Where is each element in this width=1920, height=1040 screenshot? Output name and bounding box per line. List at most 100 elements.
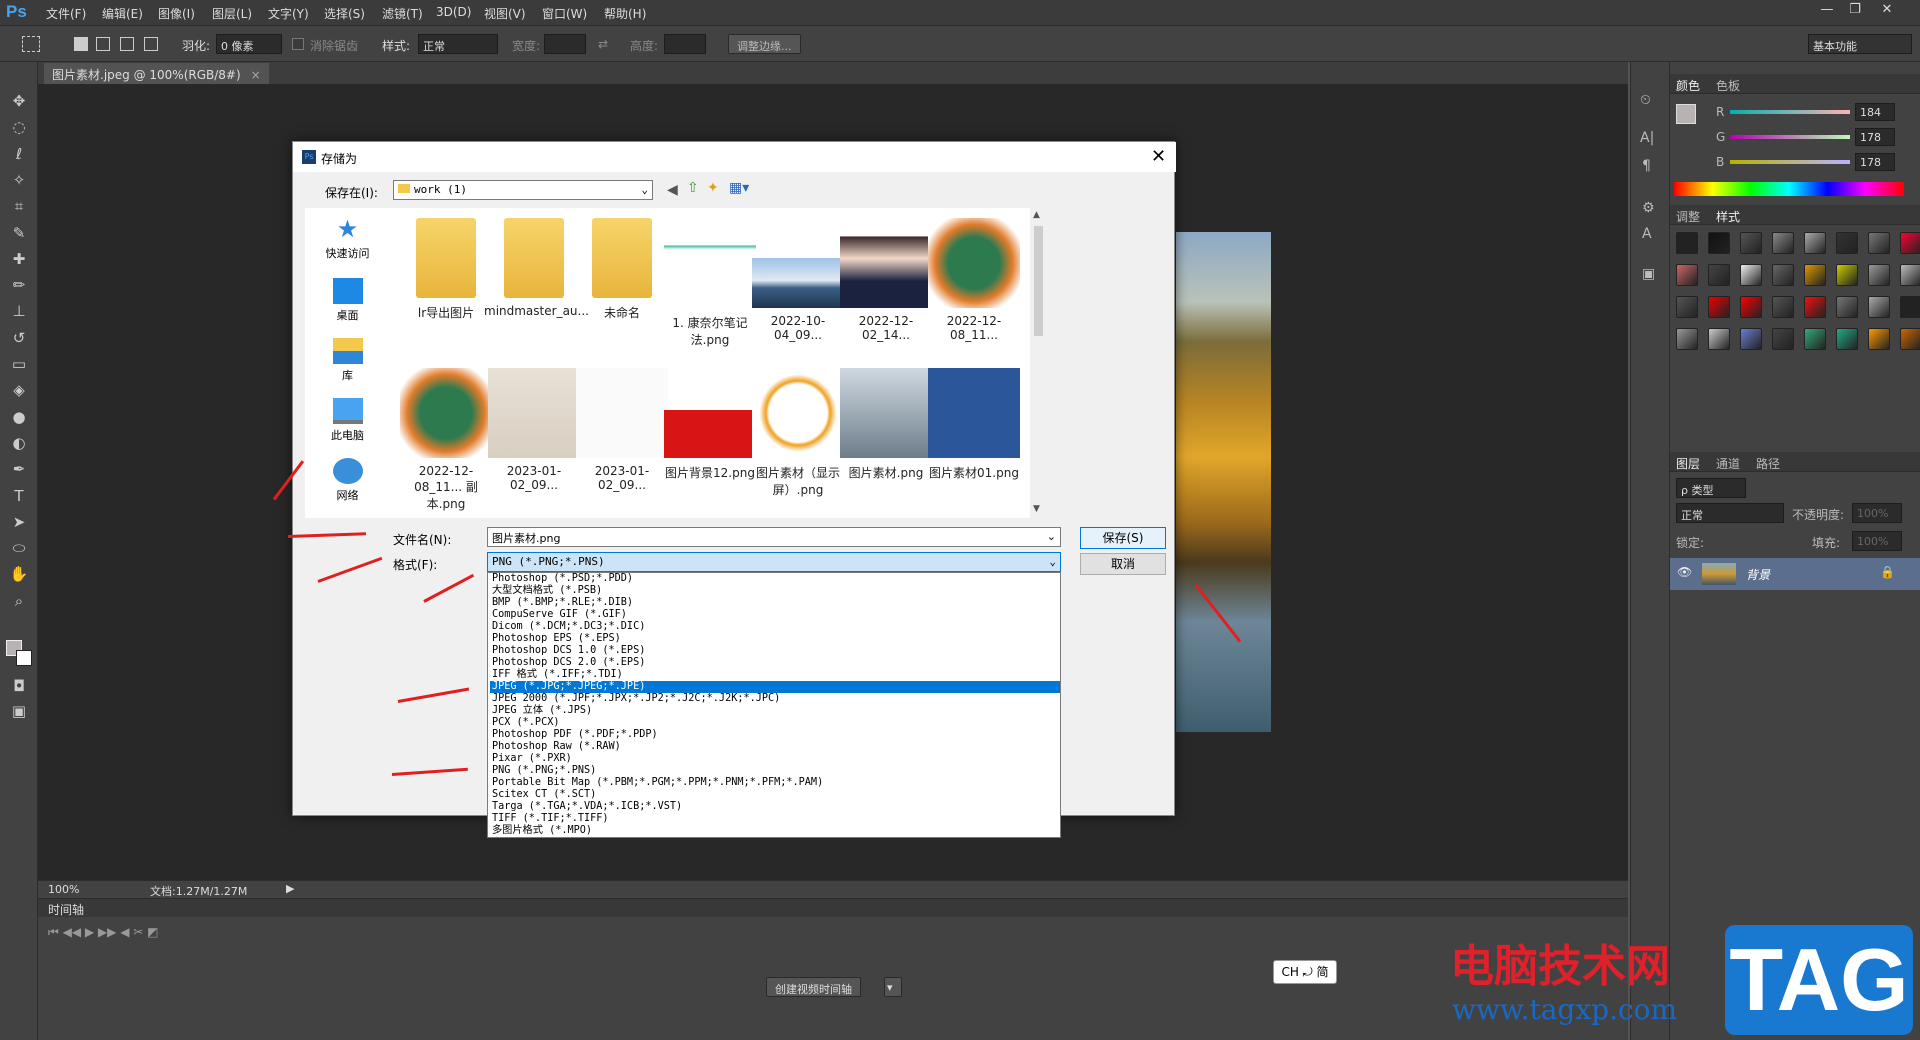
menu-item[interactable]: 文件(F) [46, 5, 86, 22]
style-swatch[interactable] [1900, 232, 1920, 254]
g-slider[interactable] [1730, 135, 1850, 139]
file-item[interactable]: 图片素材01.png [924, 368, 1024, 481]
scroll-thumb[interactable] [1034, 226, 1043, 336]
format-option[interactable]: PCX (*.PCX) [490, 717, 1060, 729]
save-in-select[interactable]: work (1) ⌄ [393, 180, 653, 200]
color-spectrum[interactable] [1674, 182, 1904, 196]
nav-this-pc[interactable]: 此电脑 [305, 398, 390, 443]
marquee-tool-icon[interactable]: ◌ [8, 116, 30, 138]
file-item[interactable]: 2022-12-08_11... [924, 218, 1024, 342]
style-swatch[interactable] [1772, 264, 1794, 286]
file-item[interactable]: 2023-01-02_09... [572, 368, 672, 492]
scroll-down-icon[interactable]: ▼ [1033, 504, 1040, 514]
menu-item[interactable]: 文字(Y) [268, 5, 309, 22]
style-swatch[interactable] [1772, 232, 1794, 254]
brush-tool-icon[interactable]: ✏ [8, 274, 30, 296]
menu-item[interactable]: 帮助(H) [604, 5, 646, 22]
cancel-button[interactable]: 取消 [1080, 553, 1166, 575]
format-option[interactable]: IFF 格式 (*.IFF;*.TDI) [490, 669, 1060, 681]
file-item[interactable]: 图片素材.png [836, 368, 936, 481]
menu-item[interactable]: 窗口(W) [542, 5, 587, 22]
close-tab-icon[interactable]: × [251, 68, 261, 82]
style-select[interactable]: 正常 [418, 34, 498, 54]
up-folder-icon[interactable]: ⇧ [687, 180, 699, 196]
actions-icon[interactable]: ⚙ [1642, 200, 1655, 216]
layer-filter-select[interactable]: ρ 类型 [1676, 478, 1746, 498]
zoom-tool-icon[interactable]: ⌕ [8, 590, 30, 612]
style-swatch[interactable] [1836, 232, 1858, 254]
format-option[interactable]: 多图片格式 (*.MPO) [490, 825, 1060, 837]
ime-indicator[interactable]: CH ⤾ 简 [1273, 960, 1337, 984]
format-option[interactable]: Pixar (*.PXR) [490, 753, 1060, 765]
style-swatch[interactable] [1740, 264, 1762, 286]
file-item[interactable]: 2022-12-02_14... [836, 218, 936, 342]
style-swatch[interactable] [1676, 264, 1698, 286]
timeline-dropdown-icon[interactable]: ▾ [884, 977, 902, 997]
marquee-tool-icon[interactable] [22, 36, 40, 52]
scroll-up-icon[interactable]: ▲ [1033, 210, 1040, 220]
nav-network[interactable]: 网络 [305, 458, 390, 503]
clone-stamp-icon[interactable]: ⊥ [8, 300, 30, 322]
width-input[interactable] [544, 34, 586, 54]
file-item[interactable]: 2022-12-08_11... 副本.png [396, 368, 496, 512]
timeline-controls[interactable]: ⏮ ◀◀ ▶ ▶▶ ◀ ✂ ◩ [48, 925, 158, 940]
tab-styles[interactable]: 样式 [1716, 208, 1740, 225]
add-selection-icon[interactable] [96, 37, 110, 51]
restore-button[interactable]: ❐ [1840, 0, 1870, 20]
file-item[interactable]: 2022-10-04_09... [748, 218, 848, 342]
document-tab[interactable]: 图片素材.jpeg @ 100%(RGB/8#) × [44, 63, 269, 84]
style-swatch[interactable] [1868, 264, 1890, 286]
save-button[interactable]: 保存(S) [1080, 527, 1166, 549]
close-window-button[interactable]: ✕ [1872, 0, 1902, 20]
format-option[interactable]: Scitex CT (*.SCT) [490, 789, 1060, 801]
menu-item[interactable]: 视图(V) [484, 5, 526, 22]
menu-item[interactable]: 3D(D) [436, 5, 471, 19]
b-value[interactable]: 178 [1855, 153, 1895, 171]
b-slider[interactable] [1730, 160, 1850, 164]
tab-channels[interactable]: 通道 [1716, 455, 1740, 472]
type-tool-icon[interactable]: T [8, 485, 30, 507]
pen-tool-icon[interactable]: ✒ [8, 458, 30, 480]
format-option[interactable]: Targa (*.TGA;*.VDA;*.ICB;*.VST) [490, 801, 1060, 813]
style-swatch[interactable] [1804, 264, 1826, 286]
style-swatch[interactable] [1900, 264, 1920, 286]
format-option[interactable]: Photoshop EPS (*.EPS) [490, 633, 1060, 645]
panel-foreground-swatch[interactable] [1676, 104, 1696, 124]
blend-mode-select[interactable]: 正常 [1676, 503, 1784, 523]
nav-library[interactable]: 库 [305, 338, 390, 383]
format-option[interactable]: Portable Bit Map (*.PBM;*.PGM;*.PPM;*.PN… [490, 777, 1060, 789]
nav-quick-access[interactable]: ★ 快速访问 [305, 216, 390, 261]
back-icon[interactable]: ◀ [667, 182, 678, 198]
opacity-input[interactable]: 100% [1852, 503, 1902, 523]
layer-comps-icon[interactable]: ▣ [1642, 266, 1655, 282]
file-item[interactable]: 2023-01-02_09... [484, 368, 584, 492]
file-item[interactable]: 图片背景12.png [660, 368, 760, 481]
style-swatch[interactable] [1772, 296, 1794, 318]
format-option[interactable]: Photoshop PDF (*.PDF;*.PDP) [490, 729, 1060, 741]
nav-desktop[interactable]: 桌面 [305, 278, 390, 323]
style-swatch[interactable] [1804, 328, 1826, 350]
visibility-eye-icon[interactable]: 👁 [1677, 565, 1692, 579]
layer-name[interactable]: 背景 [1746, 566, 1770, 583]
file-list-scrollbar[interactable]: ▲ ▼ [1030, 208, 1047, 518]
zoom-level[interactable]: 100% [48, 883, 79, 896]
height-input[interactable] [664, 34, 706, 54]
create-video-timeline-button[interactable]: 创建视频时间轴 [766, 977, 861, 997]
filename-dropdown-icon[interactable]: ⌄ [1047, 530, 1056, 543]
paragraph-icon[interactable]: ¶ [1642, 158, 1651, 174]
background-color-swatch[interactable] [16, 650, 32, 666]
dialog-close-icon[interactable]: ✕ [1151, 146, 1166, 167]
paint-bucket-icon[interactable]: ◈ [8, 379, 30, 401]
file-item[interactable]: 图片素材（显示屏）.png [748, 368, 848, 498]
menu-item[interactable]: 选择(S) [324, 5, 365, 22]
crop-tool-icon[interactable]: ⌗ [8, 195, 30, 217]
tab-color[interactable]: 颜色 [1676, 77, 1700, 94]
history-brush-icon[interactable]: ↺ [8, 327, 30, 349]
r-value[interactable]: 184 [1855, 103, 1895, 121]
style-swatch[interactable] [1836, 328, 1858, 350]
tab-layers[interactable]: 图层 [1676, 455, 1700, 472]
format-option[interactable]: Dicom (*.DCM;*.DC3;*.DIC) [490, 621, 1060, 633]
menu-item[interactable]: 图像(I) [158, 5, 195, 22]
new-folder-icon[interactable]: ✦ [707, 180, 719, 196]
menu-item[interactable]: 滤镜(T) [382, 5, 423, 22]
